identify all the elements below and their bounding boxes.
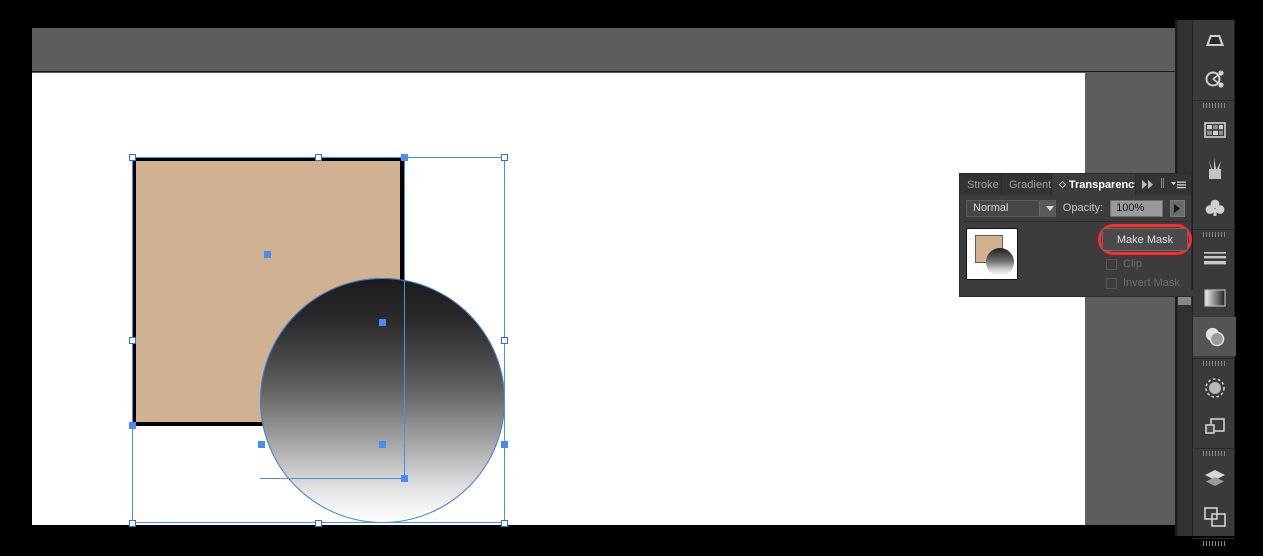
- canvas-right-gutter: [1085, 73, 1175, 525]
- panel-tab-bar[interactable]: Stroke Gradient ◇ Transparency: [960, 174, 1191, 195]
- dock-group-2: [1193, 101, 1234, 230]
- selection-handle-bottom-left[interactable]: [129, 520, 136, 527]
- tab-stroke-label: Stroke: [967, 178, 999, 191]
- canvas-area[interactable]: [32, 73, 1085, 527]
- dock-group-5: [1193, 449, 1234, 539]
- dock-group-4: [1193, 359, 1234, 449]
- panel-menu-icon[interactable]: [1171, 180, 1186, 190]
- selection-handle-top-right[interactable]: [501, 154, 508, 161]
- swatches-grid-icon[interactable]: [1193, 110, 1236, 149]
- tab-transparency-label: Transparency: [1068, 178, 1136, 191]
- make-mask-label: Make Mask: [1116, 233, 1174, 246]
- vertical-scrollbar-thumb[interactable]: [1178, 296, 1191, 305]
- chevron-down-icon[interactable]: [1038, 200, 1055, 216]
- opacity-label: Opacity:: [1062, 202, 1104, 214]
- dock-grip-5[interactable]: [1193, 449, 1234, 458]
- graphic-styles-icon[interactable]: [1193, 407, 1236, 446]
- selection-handle-middle-right[interactable]: [501, 337, 508, 344]
- dock-grip-2[interactable]: [1193, 101, 1234, 110]
- panel-body: Make Mask Clip Invert Mask: [960, 222, 1192, 289]
- blend-mode-select[interactable]: Normal: [966, 199, 1056, 217]
- brushes-icon[interactable]: [1193, 149, 1236, 188]
- panel-divider-icon: [1160, 178, 1165, 191]
- dock-group-3: [1193, 230, 1236, 359]
- opacity-input[interactable]: 100%: [1110, 199, 1163, 217]
- artboards-icon[interactable]: [1193, 497, 1236, 536]
- clip-checkbox[interactable]: [1106, 258, 1117, 270]
- opacity-value: 100%: [1116, 202, 1145, 214]
- blend-mode-value: Normal: [973, 202, 1009, 214]
- mask-thumbnail-slot[interactable]: [1018, 228, 1078, 280]
- selection-bounding-box: [132, 157, 505, 523]
- selection-inner-guide-horizontal: [260, 478, 405, 479]
- tab-gradient-label: Gradient: [1008, 178, 1052, 191]
- double-chevron-right-icon[interactable]: [1142, 180, 1154, 189]
- tab-transparency[interactable]: ◇ Transparency: [1051, 174, 1136, 195]
- app-root: Stroke Gradient ◇ Transparency Normal Op…: [0, 0, 1263, 556]
- invert-mask-label: Invert Mask: [1123, 277, 1180, 289]
- clip-row[interactable]: Clip: [1102, 258, 1188, 270]
- panel-mask-controls: Make Mask Clip Invert Mask: [1098, 224, 1192, 289]
- right-panel-dock[interactable]: [1192, 20, 1236, 546]
- transparency-panel[interactable]: Stroke Gradient ◇ Transparency Normal Op…: [959, 173, 1193, 297]
- anchor-point-circle-top[interactable]: [379, 319, 386, 326]
- panel-bottom-edge: [960, 290, 1193, 296]
- center-point-group[interactable]: [401, 475, 408, 482]
- anchor-point-square-bottom-left[interactable]: [129, 422, 136, 429]
- selection-handle-bottom-right[interactable]: [501, 520, 508, 527]
- transparency-panel-icon[interactable]: [1193, 317, 1236, 356]
- gradient-panel-icon[interactable]: [1193, 278, 1236, 317]
- anchor-point-square-top-right[interactable]: [401, 154, 408, 161]
- dock-grip-4[interactable]: [1193, 359, 1234, 368]
- layers-icon[interactable]: [1193, 458, 1236, 497]
- selection-handle-bottom-center[interactable]: [315, 520, 322, 527]
- dock-group-6: [1193, 539, 1234, 556]
- invert-mask-row[interactable]: Invert Mask: [1102, 277, 1188, 289]
- invert-mask-checkbox[interactable]: [1106, 277, 1117, 289]
- opacity-stepper-icon[interactable]: [1169, 199, 1185, 217]
- selection-handle-top-center[interactable]: [315, 154, 322, 161]
- tab-active-marker-icon: ◇: [1058, 179, 1066, 189]
- clip-label: Clip: [1123, 258, 1142, 270]
- panel-controls-row: Normal Opacity: 100%: [960, 195, 1191, 221]
- panel-header-controls: [1136, 174, 1191, 195]
- dock-grip-3[interactable]: [1193, 230, 1234, 239]
- tab-stroke[interactable]: Stroke: [960, 174, 1002, 195]
- anchor-point-circle-left[interactable]: [258, 441, 265, 448]
- pathfinder-icon[interactable]: [1193, 548, 1236, 556]
- anchor-point-circle-right[interactable]: [501, 441, 508, 448]
- dock-grip-6[interactable]: [1193, 539, 1234, 548]
- dock-group-1: [1193, 20, 1234, 101]
- stroke-lines-icon[interactable]: [1193, 239, 1236, 278]
- make-mask-button[interactable]: Make Mask: [1102, 228, 1188, 251]
- selection-handle-middle-left[interactable]: [129, 337, 136, 344]
- tab-gradient[interactable]: Gradient: [1001, 174, 1052, 195]
- appearance-icon[interactable]: [1193, 368, 1236, 407]
- make-mask-area: Make Mask: [1098, 224, 1192, 255]
- gradient-swatch-icon[interactable]: [1193, 20, 1236, 59]
- artboard[interactable]: [32, 73, 1085, 527]
- center-point-square[interactable]: [264, 251, 271, 258]
- selection-handle-top-left[interactable]: [129, 154, 136, 161]
- center-point-circle[interactable]: [379, 441, 386, 448]
- symbols-icon[interactable]: [1193, 59, 1236, 98]
- selection-inner-guide-vertical: [404, 157, 405, 479]
- artwork-thumbnail[interactable]: [966, 228, 1018, 280]
- document-titlebar: [32, 28, 1175, 72]
- symbol-libraries-icon[interactable]: [1193, 188, 1236, 227]
- thumbnail-circle: [986, 248, 1014, 276]
